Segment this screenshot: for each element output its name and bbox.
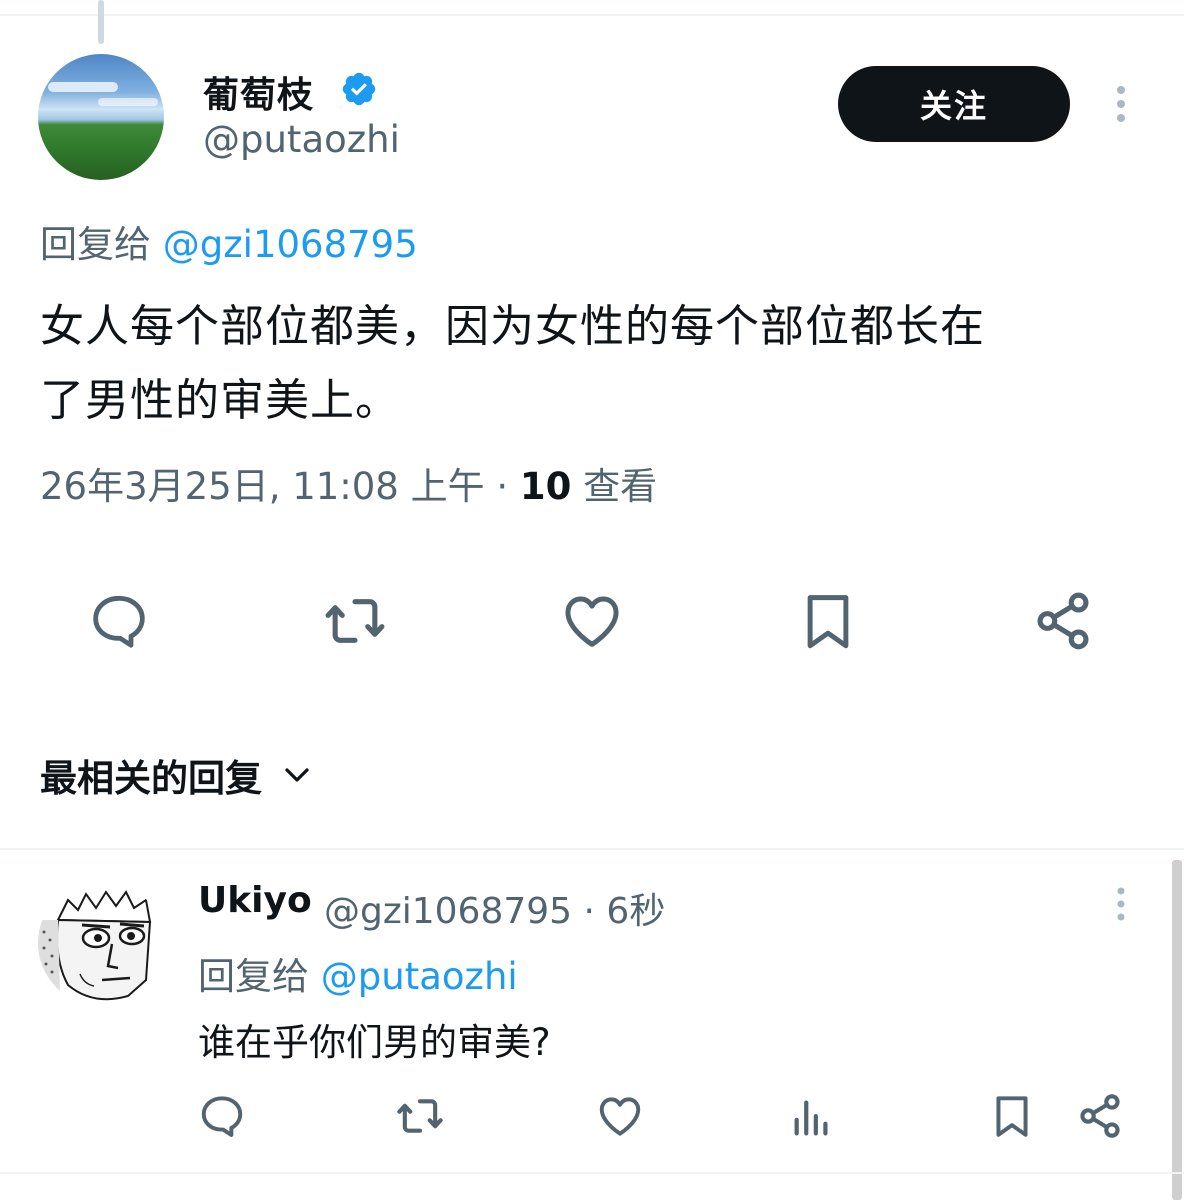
reply-retweet-button[interactable] <box>392 1088 448 1144</box>
reply-share-button[interactable] <box>1072 1088 1128 1144</box>
reply-author-name[interactable]: Ukiyo <box>198 880 312 921</box>
reply-replyto-label: 回复给 <box>198 955 309 998</box>
tweet-text: 女人每个部位都美，因为女性的每个部位都长在 了男性的审美上。 <box>40 290 1140 438</box>
reply-reply-button[interactable] <box>194 1088 250 1144</box>
replies-sort-label: 最相关的回复 <box>40 757 262 800</box>
author-name[interactable]: 葡萄枝 <box>203 66 314 118</box>
reply-author-avatar[interactable] <box>38 880 164 1006</box>
reply-to-line: 回复给 @gzi1068795 <box>40 214 418 268</box>
reply-icon <box>201 1096 243 1137</box>
share-icon <box>1037 592 1089 650</box>
reply-bookmark-button[interactable] <box>984 1088 1040 1144</box>
views-count: 10 <box>519 465 572 508</box>
tweet-timestamp[interactable]: 26年3月25日, 11:08 上午 <box>40 465 485 508</box>
reply-to-mention-link[interactable]: @gzi1068795 <box>163 223 418 266</box>
retweet-button[interactable] <box>320 586 390 656</box>
tweet-text-line: 了男性的审美上。 <box>40 375 400 426</box>
replies-sort-dropdown[interactable]: 最相关的回复 <box>40 748 312 802</box>
reply-views-button[interactable] <box>784 1090 840 1146</box>
bookmark-icon <box>807 595 849 649</box>
bookmark-icon <box>996 1096 1028 1137</box>
share-icon <box>1080 1094 1120 1138</box>
meta-separator: · <box>496 465 509 508</box>
follow-button[interactable]: 关注 <box>838 66 1070 142</box>
like-icon <box>565 596 619 647</box>
reply-more-options-icon[interactable] <box>1108 884 1134 924</box>
top-divider <box>0 14 1184 16</box>
like-button[interactable] <box>557 586 627 656</box>
reply-author-meta: @gzi1068795 · 6秒 <box>324 882 665 934</box>
views-icon <box>794 1100 828 1136</box>
avatar-cloud <box>48 82 118 92</box>
reply-time[interactable]: · 6秒 <box>584 891 666 932</box>
thread-connector-line <box>98 0 104 44</box>
author-handle[interactable]: @putaozhi <box>203 118 400 161</box>
tweet-meta: 26年3月25日, 11:08 上午 · 10 查看 <box>40 456 657 510</box>
reply-replyto-line: 回复给 @putaozhi <box>198 946 518 1000</box>
avatar-cloud <box>98 98 158 106</box>
reply-like-button[interactable] <box>592 1088 648 1144</box>
bookmark-button[interactable] <box>793 586 863 656</box>
like-icon <box>599 1097 641 1136</box>
reply-button[interactable] <box>84 586 154 656</box>
tweet-text-line: 女人每个部位都美，因为女性的每个部位都长在 <box>40 301 985 352</box>
reply-icon <box>93 595 145 648</box>
reply-author-handle[interactable]: @gzi1068795 <box>324 891 572 932</box>
more-options-icon[interactable] <box>1106 82 1136 126</box>
views-label: 查看 <box>583 465 658 508</box>
retweet-icon <box>325 599 385 643</box>
reply-to-label: 回复给 <box>40 223 151 266</box>
bottom-divider <box>0 1172 1184 1174</box>
author-avatar[interactable] <box>38 54 164 180</box>
section-divider <box>0 848 1184 850</box>
verified-badge-icon <box>342 72 376 106</box>
manga-face-avatar-icon <box>38 880 164 1006</box>
share-button[interactable] <box>1028 586 1098 656</box>
reply-replyto-mention-link[interactable]: @putaozhi <box>321 955 518 998</box>
retweet-icon <box>397 1099 443 1133</box>
chevron-down-icon <box>285 768 309 782</box>
scrollbar[interactable] <box>1172 860 1182 1200</box>
reply-text: 谁在乎你们男的审美? <box>198 1021 551 1064</box>
